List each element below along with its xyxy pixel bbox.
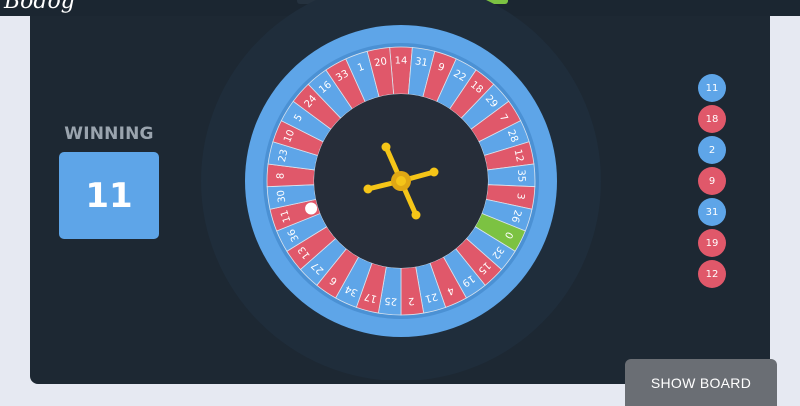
- show-board-button[interactable]: SHOW BOARD: [625, 359, 777, 406]
- turret-center-cap: [396, 176, 406, 186]
- pocket-number: 2: [408, 295, 415, 307]
- pocket-number: 14: [395, 56, 408, 67]
- pocket-number: 35: [515, 169, 527, 182]
- history-ball: 2: [698, 136, 726, 164]
- pocket-number: 20: [374, 56, 388, 69]
- turret-knob: [411, 210, 421, 220]
- history-ball: 12: [698, 260, 726, 288]
- history-ball: 19: [698, 229, 726, 257]
- history-ball: 11: [698, 74, 726, 102]
- roulette-wheel: 14 31 922182972812353260321519421225173462…: [201, 0, 601, 380]
- history-ball: 31: [698, 198, 726, 226]
- history-ball: 9: [698, 167, 726, 195]
- brand-logo[interactable]: Bodog: [4, 0, 75, 14]
- history-ball: 18: [698, 105, 726, 133]
- pocket-number: 31: [414, 56, 428, 69]
- pocket-number: 30: [276, 189, 289, 203]
- winning-number-box: 11: [59, 152, 159, 239]
- pocket-number: 25: [384, 295, 398, 307]
- winning-label: WINNING: [64, 124, 154, 144]
- winning-number: 11: [85, 175, 133, 216]
- turret-knob: [429, 167, 439, 177]
- pocket-number: 8: [275, 172, 286, 179]
- turret-knob: [363, 184, 373, 194]
- roulette-ball: [305, 202, 318, 215]
- turret-knob: [381, 142, 391, 152]
